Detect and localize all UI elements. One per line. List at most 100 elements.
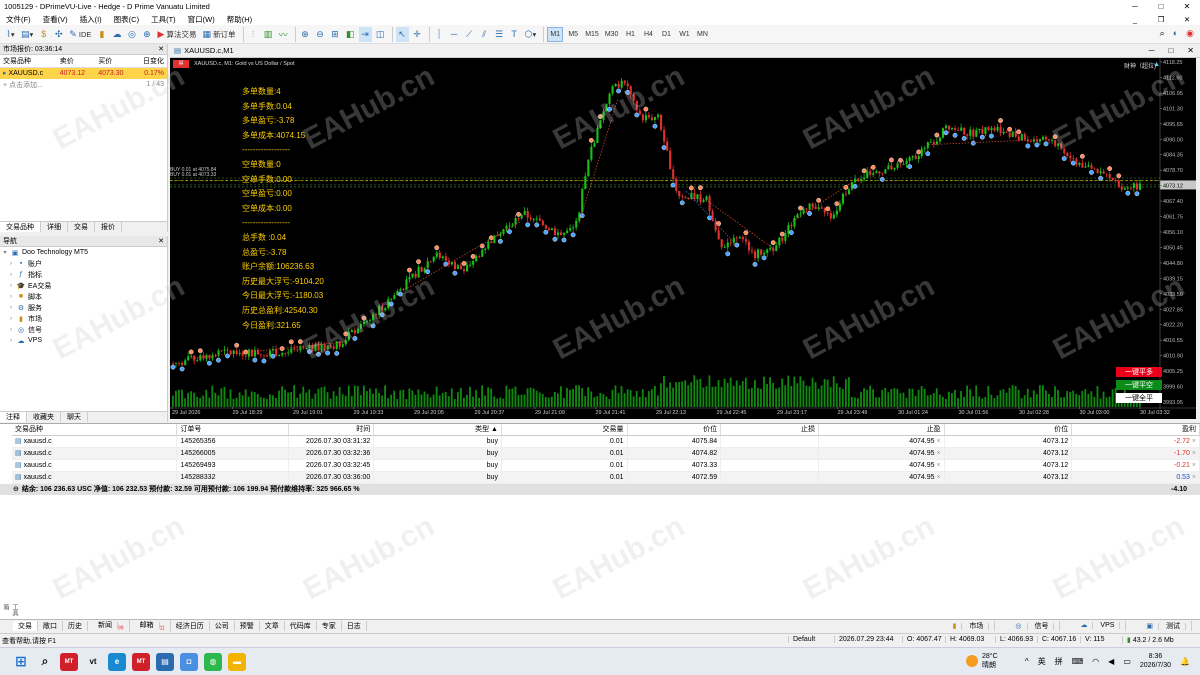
close-buy-button[interactable]: 一键平多 (1116, 367, 1162, 377)
shapes-button[interactable]: ⬡ ▾ (523, 27, 539, 42)
col-sl[interactable]: 止损 (720, 424, 820, 436)
remove-icon[interactable]: × (935, 438, 940, 445)
profiles-button[interactable]: ▤ ▾ (19, 27, 35, 42)
remove-icon[interactable]: × (1190, 462, 1196, 469)
position-row[interactable]: ▤ xauusd.c 145266005 2026.07.30 03:32:36 bu… (12, 447, 1200, 460)
tf-m1[interactable]: M1 (547, 26, 564, 42)
menu-file[interactable]: 文件(F) (0, 14, 37, 25)
remove-icon[interactable]: × (1190, 438, 1196, 445)
tab-experts[interactable]: 专家 (317, 621, 342, 631)
tab-mailbox[interactable]: 邮箱 11 (130, 620, 171, 632)
tf-m5[interactable]: M5 (565, 27, 581, 42)
market-link[interactable]: ▮ 市场 (943, 621, 996, 631)
tab-alerts[interactable]: 预警 (235, 621, 260, 631)
col-ask[interactable]: 买价 (95, 55, 134, 68)
col-ticket[interactable]: 订单号 (176, 424, 290, 436)
hline-button[interactable]: ─ (448, 27, 461, 42)
remove-icon[interactable]: × (935, 474, 940, 481)
market-watch-close-button[interactable]: ✕ (158, 45, 164, 53)
maximize-button[interactable]: □ (1148, 0, 1174, 13)
tab-details[interactable]: 详细 (41, 222, 68, 232)
candle-chart-button[interactable]: ▥ (262, 27, 275, 42)
remove-icon[interactable]: × (935, 450, 940, 457)
col-bid[interactable]: 卖价 (56, 55, 96, 68)
col-price[interactable]: 价位 (627, 424, 722, 436)
ide-button[interactable]: ✎ IDE (67, 27, 93, 42)
lock-button[interactable]: ▮ (95, 27, 108, 42)
tf-h1[interactable]: H1 (622, 27, 638, 42)
tester-link[interactable]: ▣ 测试 (1136, 621, 1192, 631)
col-current-price[interactable]: 价位 (944, 424, 1073, 436)
col-symbol[interactable]: 交易品种 (0, 55, 57, 68)
price-chart[interactable]: 4118.25 4112.60 4106.95 4101.30 4095.65 4090.… (170, 58, 1196, 419)
app-chat-icon[interactable]: ◘ (180, 652, 198, 671)
nav-indicators[interactable]: › ƒ 指标 (0, 269, 167, 280)
battery-icon[interactable]: ▭ (1123, 657, 1131, 666)
nav-market[interactable]: › ▮ 市场 (0, 313, 167, 324)
chat-icon[interactable]: ◐ (1173, 28, 1178, 39)
system-clock[interactable]: 8:36 2026/7/30 (1140, 652, 1171, 670)
doc-close-button[interactable]: ✕ (1174, 15, 1200, 24)
remove-icon[interactable]: × (935, 462, 940, 469)
add-symbol-row[interactable]: + 点击添加... 1 / 43 (0, 79, 167, 91)
crosshair-button[interactable]: ✛ (411, 27, 424, 42)
nav-root[interactable]: ▾ ▣ Doo Technology MT5 (0, 247, 167, 258)
menu-view[interactable]: 查看(V) (37, 14, 74, 25)
windows-start-icon[interactable]: ⊞ (12, 653, 30, 671)
tab-symbols[interactable]: 交易品种 (0, 222, 41, 232)
position-row[interactable]: ▤ xauusd.c 145265356 2026.07.30 03:31:32 bu… (12, 435, 1200, 448)
position-row[interactable]: ▤ xauusd.c 145269493 2026.07.30 03:32:45 bu… (12, 459, 1200, 472)
doc-minimize-button[interactable]: _ (1122, 15, 1148, 24)
nav-vps[interactable]: › ☁ VPS (0, 335, 167, 346)
weather-widget[interactable]: 28°C 晴朗 (966, 652, 998, 670)
menu-charts[interactable]: 图表(C) (108, 14, 145, 25)
remove-icon[interactable]: × (1190, 450, 1196, 457)
grid-button[interactable]: ⊞ (329, 27, 342, 42)
close-all-button[interactable]: 一键全平 (1116, 393, 1162, 403)
fibo-button[interactable]: ☰ (493, 27, 506, 42)
chart-canvas[interactable]: 4118.25 4112.60 4106.95 4101.30 4095.65 4090.… (170, 58, 1196, 419)
tab-calendar[interactable]: 经济日历 (171, 621, 210, 631)
volume-icon[interactable]: ◀ (1108, 657, 1114, 666)
col-volume[interactable]: 交易量 (501, 424, 628, 436)
trendline-button[interactable]: ⟋ (463, 27, 476, 42)
screenshot-button[interactable]: ◫ (374, 27, 387, 42)
chevron-up-icon[interactable]: ^ (1025, 657, 1029, 666)
wechat-icon[interactable]: ◍ (204, 652, 222, 671)
vline-button[interactable]: ⏐ (433, 27, 446, 42)
text-button[interactable]: T (508, 27, 521, 42)
line-chart-button[interactable]: 〰 (277, 27, 290, 42)
tab-ticks[interactable]: 报价 (95, 222, 122, 232)
tab-comments[interactable]: 注释 (0, 412, 27, 422)
tab-trading[interactable]: 交易 (68, 222, 95, 232)
edge-browser-icon[interactable]: e (108, 652, 126, 671)
app-vt-icon[interactable]: vt (84, 653, 102, 671)
symbol-row[interactable]: ▸ XAUUSD.c 4073.12 4073.30 0.17% (0, 67, 167, 79)
tab-favorites[interactable]: 收藏夹 (27, 412, 61, 422)
chart-close-button[interactable]: ✕ (1187, 46, 1194, 55)
tab-articles[interactable]: 文章 (260, 621, 285, 631)
tab-chat[interactable]: 聊天 (61, 412, 88, 422)
one-click-panel-icon[interactable]: ▤ (173, 60, 189, 68)
remove-icon[interactable]: × (1190, 474, 1196, 481)
file-explorer-icon[interactable]: ▬ (228, 652, 246, 671)
app-mt-icon-2[interactable]: MT (132, 652, 150, 671)
col-symbol[interactable]: 交易品种 (12, 424, 178, 436)
position-row[interactable]: ▤ xauusd.c 145288332 2026.07.30 03:36:00 bu… (12, 471, 1200, 484)
channel-button[interactable]: ⫽ (478, 27, 491, 42)
new-order-button[interactable]: ▦ 新订单 (200, 27, 237, 42)
bar-chart-button[interactable]: ⫶ (247, 27, 260, 42)
notepad-icon[interactable]: ▤ (156, 652, 174, 671)
col-change[interactable]: 日变化 (133, 55, 167, 68)
close-button[interactable]: ✕ (1174, 0, 1200, 13)
search-icon[interactable]: ⌕ (36, 653, 54, 671)
nav-signals[interactable]: › ◎ 信号 (0, 324, 167, 335)
tf-h4[interactable]: H4 (640, 27, 656, 42)
doc-restore-button[interactable]: ❐ (1148, 15, 1174, 24)
tab-trade[interactable]: 交易 (13, 621, 38, 631)
tab-history[interactable]: 历史 (63, 621, 88, 631)
tab-news[interactable]: 新闻 99 (88, 620, 130, 632)
cursor-button[interactable]: ↖ (395, 26, 409, 42)
app-mt-icon[interactable]: MT (60, 652, 78, 671)
keyboard-icon[interactable]: ⌨ (1072, 657, 1084, 666)
